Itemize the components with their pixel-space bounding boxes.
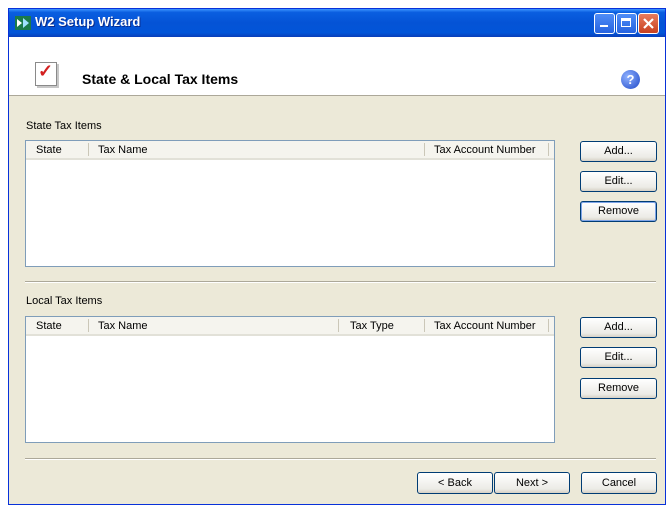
w2-app-icon [15,16,31,30]
column-header-tax-account-number[interactable]: Tax Account Number [434,320,536,332]
window-title: W2 Setup Wizard [35,14,141,29]
column-separator[interactable] [88,143,89,156]
page-title: State & Local Tax Items [82,71,239,87]
column-separator[interactable] [424,319,425,332]
state-tax-items-label: State Tax Items [26,120,102,132]
footer-divider [25,458,656,460]
local-list-header: State Tax Name Tax Type Tax Account Numb… [26,317,554,336]
minimize-button[interactable] [594,13,615,34]
local-edit-button[interactable]: Edit... [580,347,657,368]
column-header-tax-account-number[interactable]: Tax Account Number [434,144,536,156]
column-header-state[interactable]: State [36,320,62,332]
column-separator[interactable] [548,319,549,332]
title-bar[interactable]: W2 Setup Wizard [9,9,665,37]
cancel-button[interactable]: Cancel [581,472,657,494]
w2-setup-wizard-window: W2 Setup Wizard ✓ State & Local Tax Item… [8,8,666,505]
help-icon[interactable]: ? [621,70,640,89]
state-add-button[interactable]: Add... [580,141,657,162]
maximize-button[interactable] [616,13,637,34]
state-tax-items-list[interactable]: State Tax Name Tax Account Number [25,140,555,267]
wizard-header: ✓ State & Local Tax Items ? [9,37,665,96]
state-remove-button[interactable]: Remove [580,201,657,222]
checkmark-glyph: ✓ [38,61,54,81]
column-header-tax-type[interactable]: Tax Type [350,320,394,332]
local-remove-button[interactable]: Remove [580,378,657,399]
minimize-icon [600,25,608,27]
state-list-header: State Tax Name Tax Account Number [26,141,554,160]
next-button[interactable]: Next > [494,472,570,494]
close-icon [643,18,654,29]
section-divider [25,281,656,283]
column-separator[interactable] [424,143,425,156]
column-separator[interactable] [88,319,89,332]
local-tax-items-list[interactable]: State Tax Name Tax Type Tax Account Numb… [25,316,555,443]
close-button[interactable] [638,13,659,34]
checklist-icon: ✓ [35,61,57,86]
column-header-tax-name[interactable]: Tax Name [98,144,148,156]
state-edit-button[interactable]: Edit... [580,171,657,192]
local-add-button[interactable]: Add... [580,317,657,338]
column-header-state[interactable]: State [36,144,62,156]
maximize-icon [621,18,631,27]
local-tax-items-label: Local Tax Items [26,295,103,307]
back-button[interactable]: < Back [417,472,493,494]
column-separator[interactable] [548,143,549,156]
column-header-tax-name[interactable]: Tax Name [98,320,148,332]
column-separator[interactable] [338,319,339,332]
